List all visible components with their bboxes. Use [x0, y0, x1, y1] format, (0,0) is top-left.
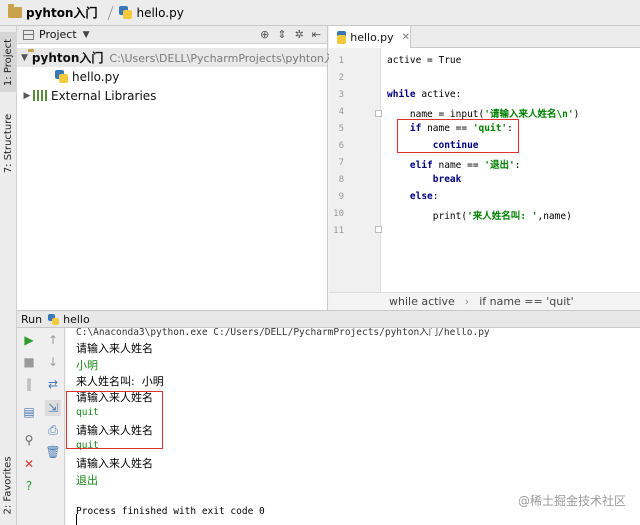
- trash-icon[interactable]: 🗑: [45, 444, 61, 460]
- tab-favorites-label: 2: Favorites: [3, 455, 14, 515]
- run-toolbar: ▶ ↑ ■ ↓ ‖ ⇄ ▤ ⇲ ⎙ ⚲ 🗑 ✕ ?: [17, 328, 65, 525]
- line-number: 7: [338, 158, 344, 168]
- chevron-right-icon[interactable]: ▶: [21, 91, 33, 101]
- project-view-label[interactable]: Project: [39, 28, 77, 41]
- editor-tab[interactable]: hello.py ✕: [329, 26, 411, 48]
- tree-file-label: hello.py: [72, 69, 120, 84]
- hide-icon[interactable]: ⇤: [312, 28, 321, 41]
- highlight-box: [66, 391, 163, 449]
- console-line: 请输入来人姓名: [76, 457, 153, 470]
- layout-icon[interactable]: ▤: [21, 404, 37, 420]
- editor-breadcrumb: while active › if name == 'quit': [329, 292, 640, 310]
- run-panel-header: Run hello: [17, 310, 640, 328]
- breadcrumb-file[interactable]: hello.py: [117, 0, 189, 26]
- python-file-icon: [337, 30, 347, 44]
- run-panel-label: Run: [21, 312, 43, 326]
- code-line-8: break: [432, 174, 462, 185]
- breadcrumb-separator: ›: [464, 295, 470, 308]
- left-tool-strip: 1: Project 7: Structure 2: Favorites: [0, 26, 17, 525]
- python-file-icon: [55, 70, 68, 83]
- breadcrumb-project[interactable]: pyhton入门: [6, 0, 103, 26]
- navigation-bar: pyhton入门 hello.py: [0, 0, 640, 26]
- text-cursor: [76, 514, 77, 525]
- soft-wrap-icon[interactable]: ⇄: [45, 376, 61, 392]
- code-line-7: elif name == '退出':: [409, 160, 521, 171]
- help-icon[interactable]: ?: [21, 478, 37, 494]
- expand-arrow-icon[interactable]: ▼: [21, 53, 28, 63]
- root-folder-path: C:\Users\DELL\PycharmProjects\pyhton入门: [109, 51, 346, 65]
- tree-root[interactable]: ▼ pyhton入门 C:\Users\DELL\PycharmProjects…: [17, 48, 346, 67]
- print-icon[interactable]: ⎙: [45, 422, 61, 438]
- console-output[interactable]: C:\Anaconda3\python.exe C:/Users/DELL/Py…: [66, 328, 640, 525]
- fold-marker-icon[interactable]: [375, 110, 382, 117]
- editor-breadcrumb-if[interactable]: if name == 'quit': [479, 295, 573, 308]
- stop-icon[interactable]: ■: [21, 354, 37, 370]
- line-number: 4: [338, 107, 344, 117]
- code-line-1: active = True: [387, 55, 462, 66]
- line-number: 9: [338, 192, 344, 202]
- line-number: 11: [333, 226, 344, 236]
- tree-libraries-label: External Libraries: [51, 88, 157, 103]
- chevron-down-icon[interactable]: ▼: [83, 30, 90, 40]
- tree-external-libraries[interactable]: ▶ External Libraries: [17, 86, 327, 105]
- down-arrow-icon[interactable]: ↓: [45, 354, 61, 370]
- line-number-gutter: 1 2 3 4 5 6 7 8 9 10 11: [329, 48, 382, 292]
- console-input-line: 退出: [76, 474, 98, 487]
- console-command-line: C:\Anaconda3\python.exe C:/Users/DELL/Py…: [76, 328, 490, 338]
- close-icon[interactable]: ✕: [21, 456, 37, 472]
- line-number: 10: [333, 209, 344, 219]
- console-exit-line: Process finished with exit code 0: [76, 506, 265, 517]
- rerun-icon[interactable]: ▶: [21, 332, 37, 348]
- root-folder-name: pyhton入门: [31, 51, 104, 65]
- console-input-line: 小明: [76, 359, 98, 372]
- tree-file[interactable]: hello.py: [17, 67, 327, 86]
- tab-structure[interactable]: 7: Structure: [0, 106, 17, 180]
- code-area[interactable]: active = True while active: name = input…: [387, 48, 640, 292]
- console-line: 来人姓名叫: 小明: [76, 375, 164, 388]
- tab-project-label: 1: Project: [3, 38, 14, 86]
- line-number: 2: [338, 73, 344, 83]
- tab-project[interactable]: 1: Project: [0, 32, 17, 92]
- line-number: 1: [338, 56, 344, 66]
- tab-structure-label: 7: Structure: [3, 113, 14, 173]
- python-file-icon: [48, 313, 60, 325]
- watermark: @稀土掘金技术社区: [517, 494, 626, 508]
- project-panel-header: Project ▼ ⊕ ⇕ ✲ ⇤: [17, 26, 327, 44]
- collapse-icon[interactable]: ⇕: [277, 28, 286, 41]
- console-line: 请输入来人姓名: [76, 342, 153, 355]
- folder-icon: [8, 4, 22, 18]
- run-config-name[interactable]: hello: [63, 313, 90, 326]
- editor-breadcrumb-while[interactable]: while active: [389, 295, 455, 308]
- project-panel: Project ▼ ⊕ ⇕ ✲ ⇤ ▼ pyhton入门 C:\Users\DE…: [17, 26, 346, 310]
- library-icon: [33, 90, 47, 101]
- close-icon[interactable]: ✕: [402, 32, 410, 43]
- target-icon[interactable]: ⊕: [260, 28, 269, 41]
- breadcrumb-file-label: hello.py: [136, 5, 184, 20]
- line-number: 8: [338, 175, 344, 185]
- code-line-9: else:: [409, 191, 439, 202]
- scroll-to-end-icon[interactable]: ⇲: [45, 400, 61, 416]
- code-editor: hello.py ✕ 1 2 3 4 5 6 7 8 9 10 11 activ…: [329, 26, 640, 310]
- up-arrow-icon[interactable]: ↑: [45, 332, 61, 348]
- code-line-3: while active:: [387, 89, 462, 100]
- breadcrumb-project-label: pyhton入门: [26, 6, 98, 20]
- code-line-4: name = input('请输入来人姓名\n'): [387, 109, 580, 120]
- line-number: 6: [338, 141, 344, 151]
- fold-marker-icon[interactable]: [375, 226, 382, 233]
- pin-icon[interactable]: ⚲: [21, 432, 37, 448]
- editor-tab-label: hello.py: [350, 30, 394, 44]
- highlight-box: [397, 119, 519, 153]
- editor-tab-bar: hello.py ✕: [329, 26, 640, 48]
- project-view-icon: [23, 29, 34, 40]
- line-number: 3: [338, 90, 344, 100]
- code-line-10: print('来人姓名叫: ',name): [387, 211, 572, 222]
- line-number: 5: [338, 124, 344, 134]
- gear-icon[interactable]: ✲: [295, 28, 304, 41]
- python-file-icon: [119, 6, 133, 19]
- pause-icon[interactable]: ‖: [21, 376, 37, 392]
- tab-favorites[interactable]: 2: Favorites: [0, 450, 17, 520]
